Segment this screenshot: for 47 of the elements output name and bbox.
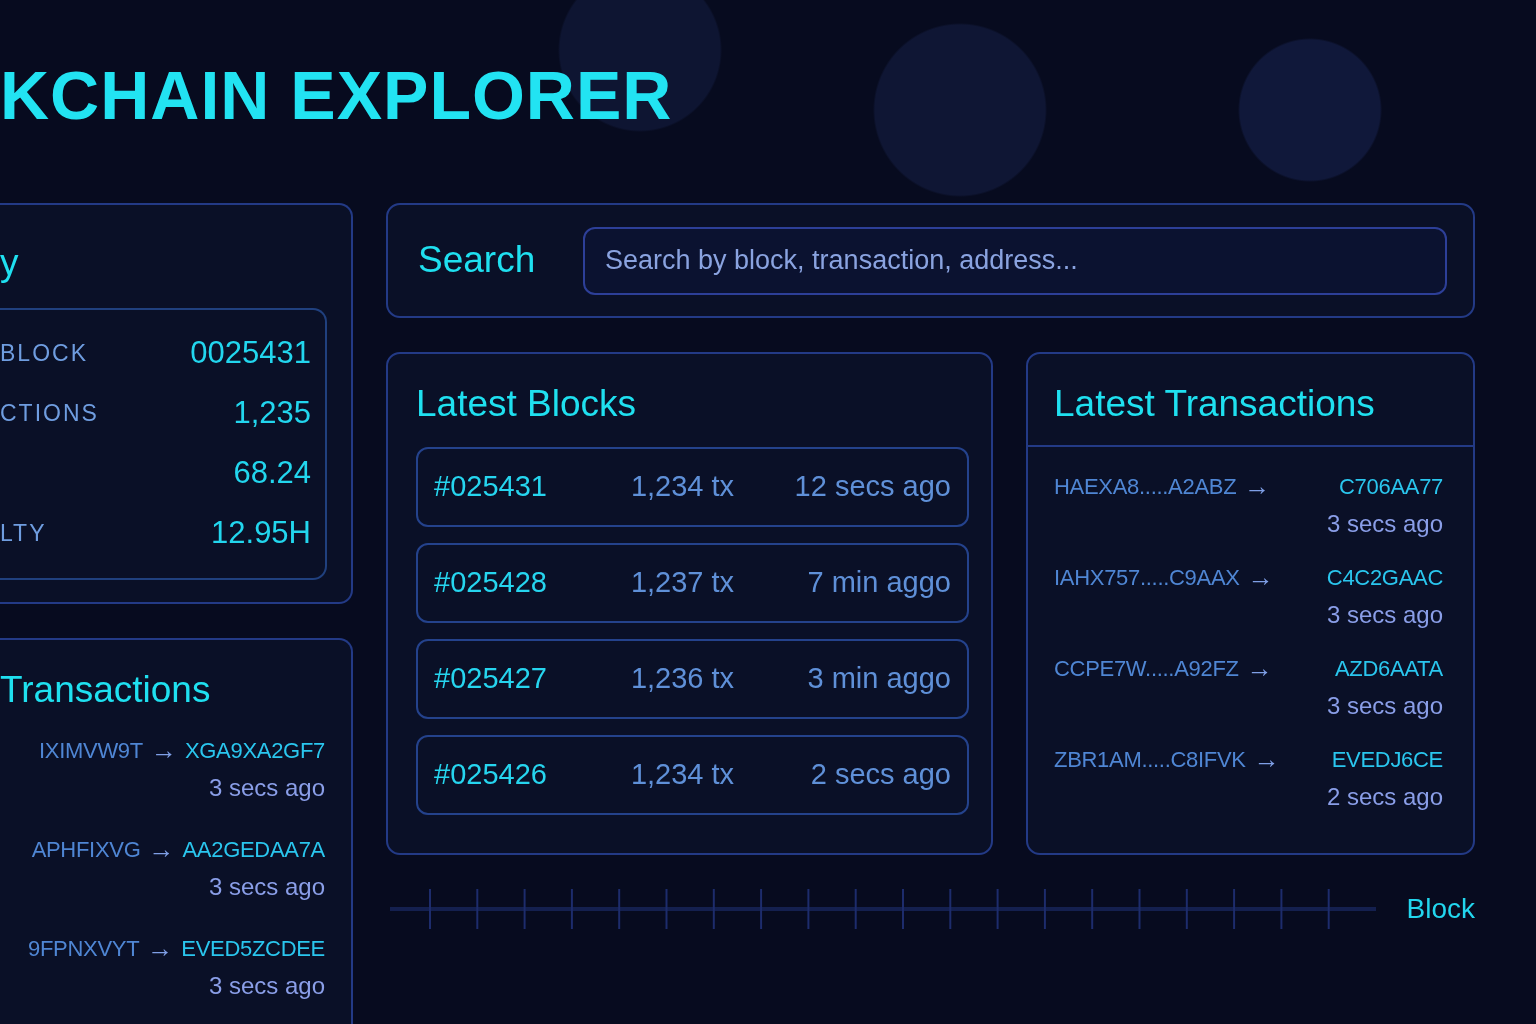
- transaction-to: EVEDJ6CE: [1331, 745, 1443, 774]
- time-ago: 3 secs ago: [208, 773, 325, 801]
- card-title: Transactions: [0, 670, 212, 711]
- search-field[interactable]: Search by block, transaction, address...: [583, 226, 1447, 295]
- time-ago: 2 secs ago: [1326, 782, 1443, 810]
- transaction-to: C4C2GAAC: [1326, 563, 1443, 592]
- transaction-from: APHFIXVG: [31, 835, 141, 864]
- card-title: Latest Transactions: [1054, 384, 1376, 425]
- arrow-icon: →: [1247, 557, 1274, 597]
- transaction-to: XGA9XA2GF7: [184, 736, 325, 765]
- stat-label: LTY: [0, 519, 47, 549]
- transaction-from: ZBR1AM.....C8IFVK: [1054, 745, 1246, 774]
- transaction-from: 9FPNXVYT: [28, 934, 140, 963]
- arrow-icon: →: [1244, 466, 1271, 506]
- transaction-to: EVED5ZCDEE: [181, 934, 325, 963]
- time-ago: 3 secs ago: [208, 872, 325, 900]
- card-title: Latest Blocks: [416, 384, 638, 425]
- transaction-to: C706AA77: [1339, 472, 1443, 501]
- time-ago: 3 secs ago: [1326, 691, 1443, 719]
- arrow-icon: →: [148, 829, 175, 869]
- transaction-from: IXIMVW9T: [39, 736, 143, 765]
- block-row[interactable]: #025428 1,237 tx 7 min aggo: [416, 542, 969, 623]
- arrow-icon: →: [150, 730, 177, 770]
- block-row[interactable]: #025431 1,234 tx 12 secs ago: [416, 446, 969, 527]
- arrow-icon: →: [1246, 648, 1273, 688]
- card-title: y: [0, 243, 20, 284]
- time-ago: 3 secs ago: [1326, 600, 1443, 628]
- block-row[interactable]: #025426 1,234 tx 2 secs ago: [416, 734, 969, 815]
- time-ago: 3 secs ago: [1326, 509, 1443, 537]
- transaction-to: AZD6AATA: [1334, 654, 1443, 683]
- stat-value: 68.24: [233, 454, 311, 493]
- stat-value: 1,235: [233, 394, 311, 433]
- transaction-from: IAHX757.....C9AAX: [1054, 563, 1240, 592]
- stat-value: 12.95H: [211, 514, 311, 553]
- arrow-icon: →: [1253, 739, 1280, 779]
- stat-value: 0025431: [190, 334, 311, 373]
- time-ago: 3 secs ago: [208, 971, 325, 999]
- search-label: Search: [418, 240, 537, 281]
- stat-label: CTIONS: [0, 399, 99, 429]
- timeline-label: Block: [1406, 892, 1475, 926]
- transaction-from: CCPE7W.....A92FZ: [1054, 654, 1239, 683]
- transaction-to: AA2GEDAA7A: [182, 835, 325, 864]
- stat-label: BLOCK: [0, 339, 88, 369]
- block-row[interactable]: #025427 1,236 tx 3 min aggo: [416, 638, 969, 719]
- transaction-from: HAEXA8.....A2ABZ: [1054, 472, 1237, 501]
- arrow-icon: →: [147, 928, 174, 968]
- page-title: KCHAIN EXPLORER: [0, 55, 673, 135]
